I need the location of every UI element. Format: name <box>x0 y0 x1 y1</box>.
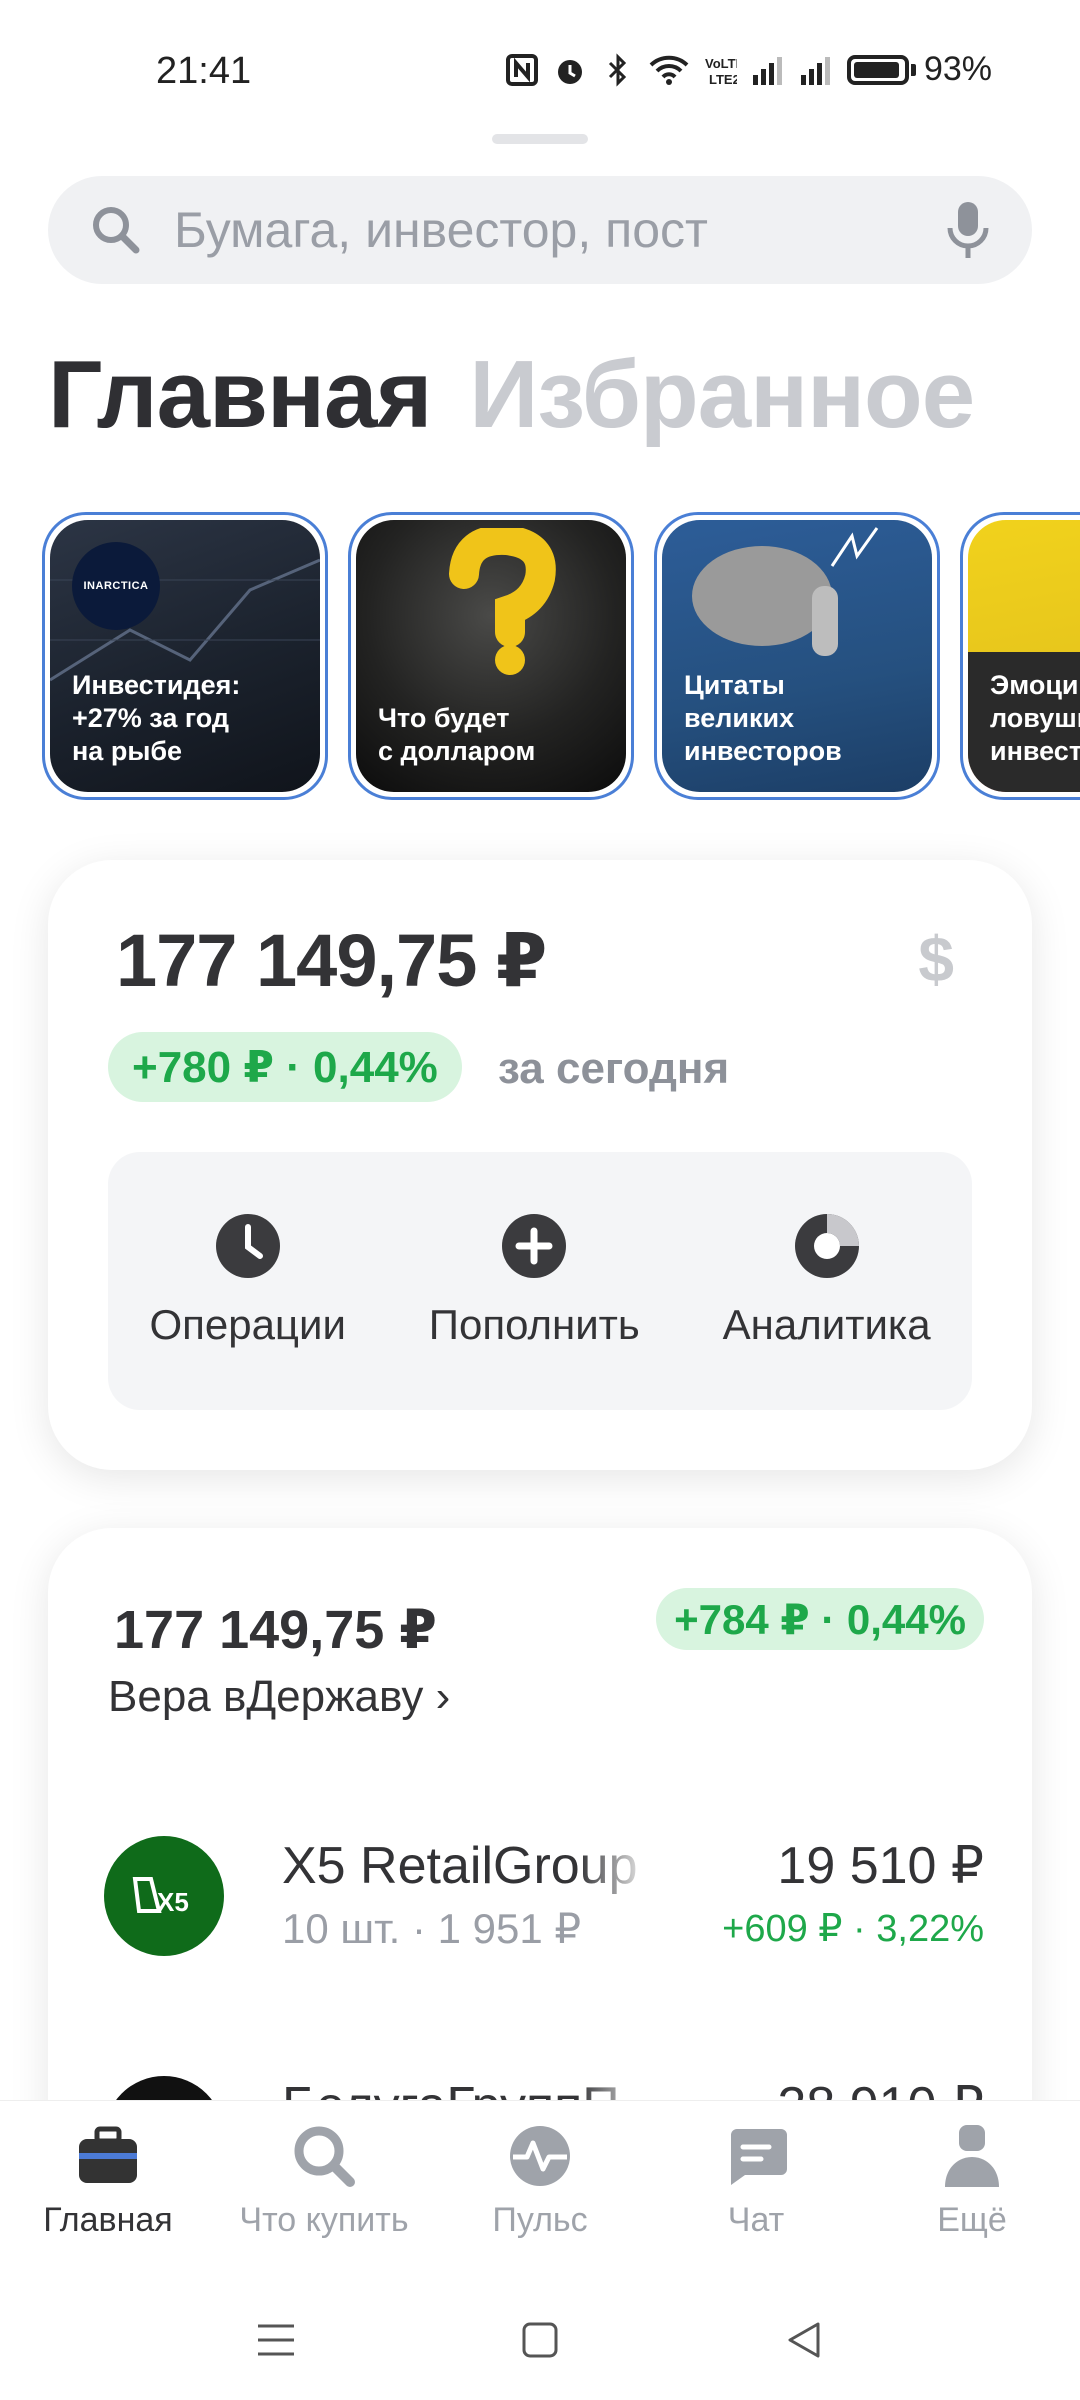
story-title: Что будет с долларом <box>378 703 536 766</box>
account-name-link[interactable]: Вера вДержаву › <box>108 1672 450 1722</box>
story-title: Эмоции ловушки инвестора <box>990 670 1080 766</box>
status-icons: VoLTELTE2 93% <box>505 50 992 89</box>
account-change-badge: +784 ₽ · 0,44% <box>656 1588 984 1650</box>
position-name: X5 RetailGroup <box>282 1837 638 1895</box>
action-label: Аналитика <box>722 1301 931 1348</box>
nav-chat[interactable]: Чат <box>656 2123 856 2280</box>
svg-text:VoLTE: VoLTE <box>705 56 737 71</box>
drag-handle[interactable] <box>492 134 588 144</box>
nfc-icon <box>505 53 538 86</box>
position-row[interactable]: X5 X5 RetailGroup 10 шт. · 1 951 ₽ 19 51… <box>104 1828 984 1958</box>
nav-label: Главная <box>43 2201 173 2239</box>
app-screen: 21:41 VoLTELTE2 93% Главная Избранное <box>0 0 1080 2400</box>
status-time: 21:41 <box>156 50 252 92</box>
operations-button[interactable]: Операции <box>149 1213 346 1349</box>
plus-circle-icon <box>502 1214 567 1278</box>
nav-what-to-buy[interactable]: Что купить <box>224 2123 424 2280</box>
battery-percent: 93% <box>923 50 992 88</box>
position-change: +609 ₽ · 3,22% <box>722 1908 984 1950</box>
volte-icon: VoLTELTE2 <box>705 56 737 87</box>
search-input[interactable] <box>174 201 944 259</box>
bottom-navigation: Главная Что купить Пульс Чат Ещё <box>0 2100 1080 2280</box>
battery-icon <box>846 54 909 85</box>
nav-home[interactable]: Главная <box>8 2123 208 2280</box>
menu-icon[interactable] <box>254 2318 298 2362</box>
daily-change-badge: +780 ₽ · 0,44% <box>108 1032 462 1102</box>
portfolio-summary-card: 177 149,75 ₽ $ +780 ₽ · 0,44% за сегодня… <box>48 860 1032 1470</box>
chat-icon <box>731 2129 787 2185</box>
analytics-button[interactable]: Аналитика <box>723 1213 931 1349</box>
search-icon <box>93 207 140 254</box>
battery-fill <box>853 61 899 78</box>
portfolio-total: 177 149,75 ₽ <box>116 919 547 1002</box>
signal-icon <box>752 56 782 85</box>
wifi-icon <box>649 55 689 85</box>
nav-more[interactable]: Ещё <box>872 2123 1072 2280</box>
home-icon[interactable] <box>518 2318 562 2362</box>
nav-label: Ещё <box>937 2201 1007 2239</box>
tab-favorites[interactable]: Избранное <box>469 340 975 450</box>
logo-text: X5 <box>157 1887 189 1917</box>
story-card[interactable]: Цитаты великих инвесторов <box>654 512 940 800</box>
search-bar[interactable] <box>48 176 1032 284</box>
donut-chart-icon <box>794 1214 859 1278</box>
story-title: Цитаты великих инвесторов <box>684 670 842 766</box>
quick-actions: Операции Пополнить Аналитика <box>108 1152 972 1410</box>
story-card[interactable]: INARCTICA Инвестидея: +27% за год на рыб… <box>42 512 328 800</box>
currency-switch-icon[interactable]: $ <box>918 922 954 996</box>
position-value: 19 510 ₽ <box>777 1837 984 1895</box>
bluetooth-icon <box>608 52 627 87</box>
position-quantity: 10 шт. · 1 951 ₽ <box>282 1905 582 1952</box>
tab-main[interactable]: Главная <box>48 340 432 450</box>
signal-icon <box>800 56 830 85</box>
back-icon[interactable] <box>782 2318 826 2362</box>
story-card[interactable]: Эмоции ловушки инвестора <box>960 512 1080 800</box>
story-card[interactable]: Что будет с долларом <box>348 512 634 800</box>
story-title: Инвестидея: +27% за год на рыбе <box>72 670 241 766</box>
microphone-icon[interactable] <box>944 200 992 260</box>
clock-icon <box>215 1214 280 1278</box>
top-up-button[interactable]: Пополнить <box>429 1213 640 1349</box>
nav-label: Чат <box>727 2201 785 2239</box>
alarm-icon <box>557 59 582 84</box>
system-navigation <box>0 2280 1080 2400</box>
briefcase-icon <box>79 2126 137 2183</box>
title-tabs: Главная Избранное <box>48 340 975 450</box>
profile-icon <box>945 2125 999 2187</box>
action-label: Пополнить <box>428 1301 640 1348</box>
stories-carousel[interactable]: INARCTICA Инвестидея: +27% за год на рыб… <box>42 512 1080 800</box>
pulse-icon <box>510 2126 570 2186</box>
nav-label: Пульс <box>492 2201 588 2239</box>
company-logo: INARCTICA <box>72 542 160 630</box>
svg-text:LTE2: LTE2 <box>709 72 737 87</box>
action-label: Операции <box>149 1301 346 1348</box>
question-mark-image <box>449 528 556 675</box>
hand-image <box>692 527 879 656</box>
battery-indicator: 93% <box>846 50 992 89</box>
daily-change-label: за сегодня <box>498 1044 730 1093</box>
account-total: 177 149,75 ₽ <box>114 1600 437 1660</box>
status-bar: 21:41 VoLTELTE2 93% <box>0 0 1080 130</box>
x5-logo-icon: X5 <box>104 1836 224 1956</box>
nav-pulse[interactable]: Пульс <box>440 2123 640 2280</box>
search-icon <box>294 2126 355 2187</box>
nav-label: Что купить <box>239 2201 409 2239</box>
